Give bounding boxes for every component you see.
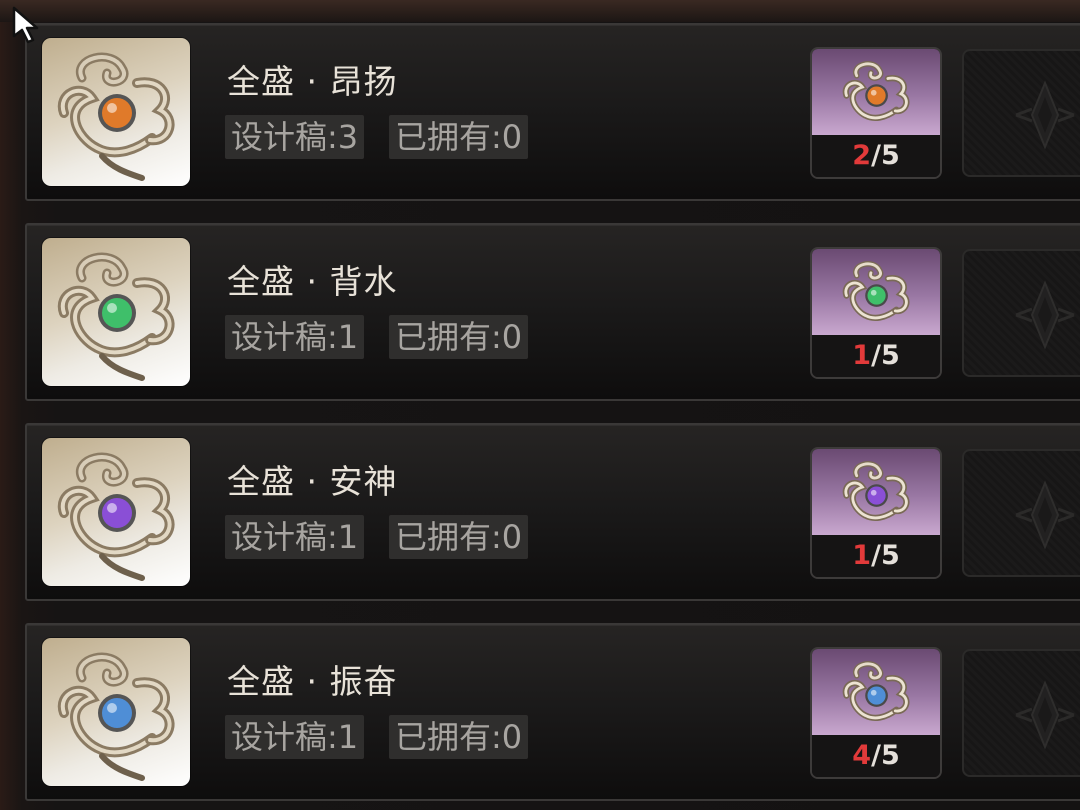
material-counter: 2/5 [812, 135, 940, 177]
material-need: 5 [880, 540, 900, 571]
owned-count: 已拥有:0 [389, 715, 529, 759]
item-card[interactable]: 全盛 · 安神 设计稿:1 已拥有:0 1/5 [25, 423, 1080, 601]
material-counter: 1/5 [812, 535, 940, 577]
material-brooch-icon [842, 661, 910, 721]
material-need: 5 [880, 140, 900, 171]
material-need: 5 [880, 340, 900, 371]
empty-material-slot[interactable] [962, 49, 1080, 177]
design-draft-count: 设计稿:1 [225, 715, 365, 759]
diamond-placeholder-icon [1015, 80, 1075, 150]
item-thumbnail [42, 638, 190, 786]
crafting-list-screen: 全盛 · 昂扬 设计稿:3 已拥有:0 2/5 全盛 · 背水 设计稿:1 已拥… [0, 0, 1080, 810]
cursor-arrow-icon [12, 6, 39, 44]
material-counter: 4/5 [812, 735, 940, 777]
material-have: 2 [852, 140, 872, 171]
empty-material-slot[interactable] [962, 249, 1080, 377]
material-counter: 1/5 [812, 335, 940, 377]
owned-count: 已拥有:0 [389, 115, 529, 159]
item-name: 全盛 · 背水 [227, 262, 398, 301]
brooch-icon [57, 652, 175, 781]
material-brooch-icon [842, 461, 910, 521]
owned-count: 已拥有:0 [389, 515, 529, 559]
item-card[interactable]: 全盛 · 昂扬 设计稿:3 已拥有:0 2/5 [25, 23, 1080, 201]
brooch-icon [57, 452, 175, 581]
design-draft-count: 设计稿:1 [225, 315, 365, 359]
item-card[interactable]: 全盛 · 振奋 设计稿:1 已拥有:0 4/5 [25, 623, 1080, 801]
owned-count: 已拥有:0 [389, 315, 529, 359]
required-material[interactable]: 1/5 [810, 447, 942, 579]
empty-material-slot[interactable] [962, 449, 1080, 577]
item-thumbnail [42, 238, 190, 386]
material-separator: / [871, 740, 881, 771]
material-brooch-icon [842, 261, 910, 321]
material-have: 1 [852, 340, 872, 371]
material-separator: / [871, 540, 881, 571]
diamond-placeholder-icon [1015, 480, 1075, 550]
required-material[interactable]: 4/5 [810, 647, 942, 779]
item-name: 全盛 · 安神 [227, 462, 398, 501]
item-thumbnail [42, 38, 190, 186]
design-draft-count: 设计稿:3 [225, 115, 365, 159]
material-separator: / [871, 140, 881, 171]
item-name: 全盛 · 振奋 [227, 662, 398, 701]
material-have: 4 [852, 740, 872, 771]
empty-material-slot[interactable] [962, 649, 1080, 777]
required-material[interactable]: 1/5 [810, 247, 942, 379]
material-brooch-icon [842, 61, 910, 121]
design-draft-count: 设计稿:1 [225, 515, 365, 559]
brooch-icon [57, 252, 175, 381]
top-edge [0, 0, 1080, 22]
material-separator: / [871, 340, 881, 371]
material-need: 5 [880, 740, 900, 771]
brooch-icon [57, 52, 175, 181]
diamond-placeholder-icon [1015, 680, 1075, 750]
item-thumbnail [42, 438, 190, 586]
item-card[interactable]: 全盛 · 背水 设计稿:1 已拥有:0 1/5 [25, 223, 1080, 401]
item-name: 全盛 · 昂扬 [227, 62, 398, 101]
diamond-placeholder-icon [1015, 280, 1075, 350]
required-material[interactable]: 2/5 [810, 47, 942, 179]
material-have: 1 [852, 540, 872, 571]
